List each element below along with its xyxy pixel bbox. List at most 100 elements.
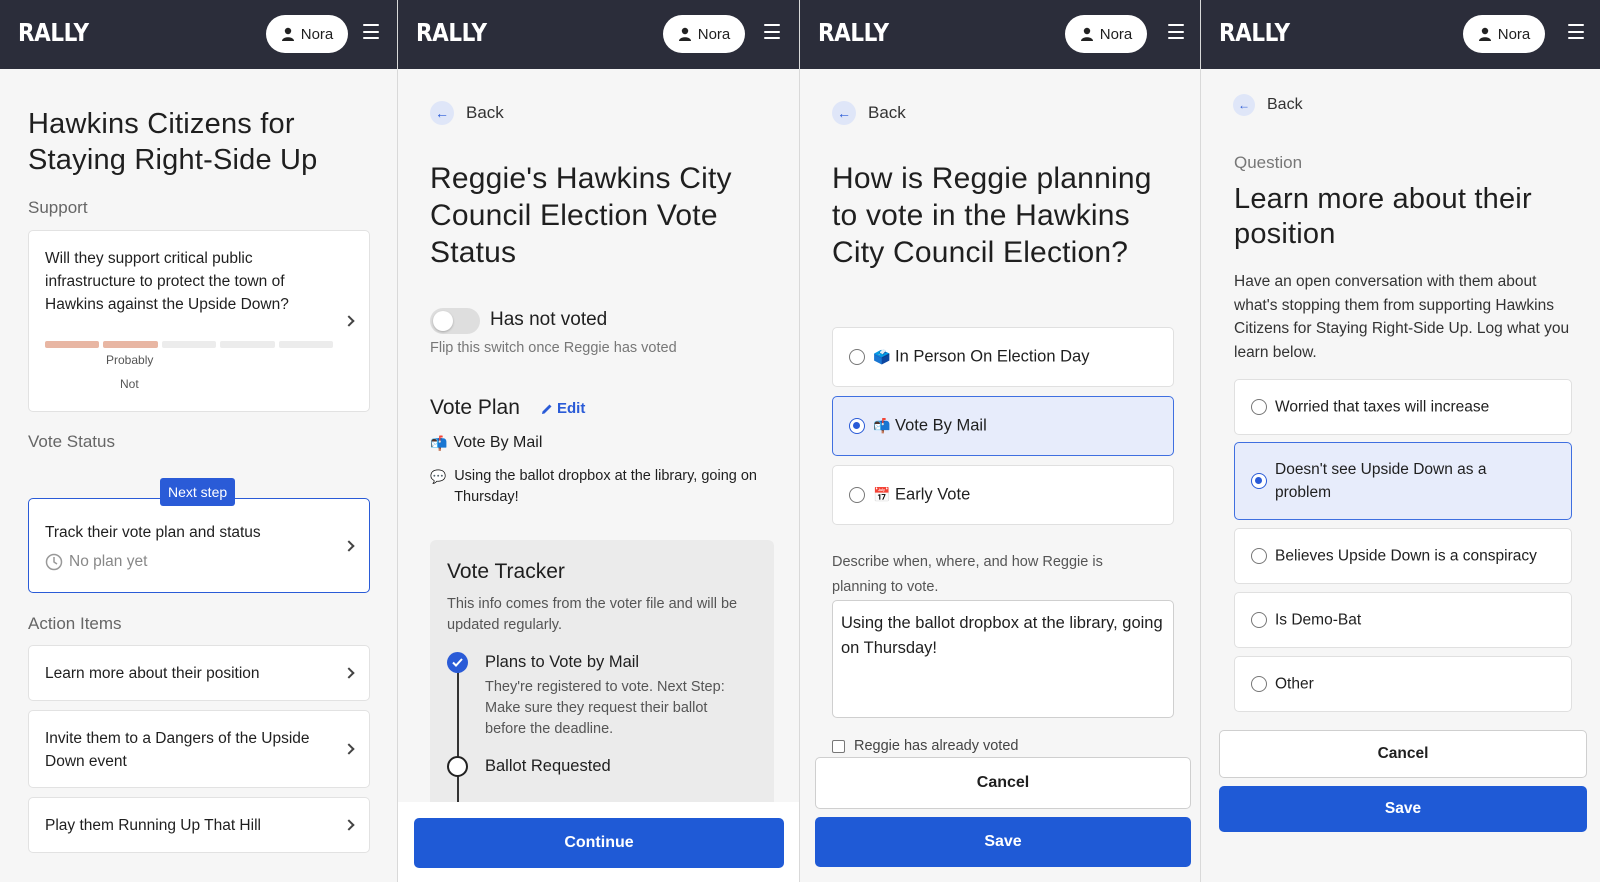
vote-method-option-selected[interactable]: 📬 Vote By Mail <box>832 396 1174 456</box>
option-label: Other <box>1275 675 1314 693</box>
option-label: Is Demo-Bat <box>1275 611 1362 629</box>
rally-logo: RALLY <box>1219 18 1290 47</box>
user-name: Nora <box>1099 25 1133 43</box>
back-button[interactable]: ← Back <box>832 101 906 125</box>
chevron-right-icon <box>343 743 355 755</box>
option-label: Vote By Mail <box>895 416 987 435</box>
hamburger-menu-icon[interactable] <box>1568 24 1584 39</box>
bottom-action-bar: Continue <box>398 802 799 882</box>
tracker-step-desc: They're registered to vote. Next Step: M… <box>485 679 725 737</box>
user-menu-button[interactable]: Nora <box>1065 15 1147 53</box>
option-row: 📅 Early Vote <box>873 484 970 507</box>
radio-button[interactable] <box>1251 399 1267 415</box>
vote-tracker-card: Vote Tracker This info comes from the vo… <box>430 540 774 812</box>
action-item-label: Invite them to a Dangers of the Upside D… <box>45 730 310 770</box>
user-icon <box>1478 27 1491 41</box>
back-button[interactable]: ← Back <box>1233 94 1303 116</box>
top-bar: RALLY Nora <box>398 0 799 69</box>
plan-method-row: 📬 Vote By Mail <box>430 434 542 452</box>
ballot-box-icon: 🗳️ <box>873 348 891 365</box>
chevron-right-icon <box>343 667 355 679</box>
rally-logo: RALLY <box>18 18 89 47</box>
radio-button[interactable] <box>1251 548 1267 564</box>
cancel-button[interactable]: Cancel <box>815 757 1191 809</box>
clock-icon <box>45 553 63 571</box>
edit-plan-button[interactable]: Edit <box>541 400 585 417</box>
radio-button[interactable] <box>849 349 865 365</box>
hamburger-menu-icon[interactable] <box>764 24 780 39</box>
radio-button[interactable] <box>1251 473 1267 489</box>
support-level-meter <box>45 341 334 348</box>
continue-button[interactable]: Continue <box>414 818 784 868</box>
radio-button[interactable] <box>1251 676 1267 692</box>
screen-vote-status: RALLY Nora ← Back Reggie's Hawkins City … <box>398 0 800 882</box>
tracker-step-title: Plans to Vote by Mail <box>485 653 640 671</box>
radio-button[interactable] <box>1251 612 1267 628</box>
rally-logo: RALLY <box>818 18 889 47</box>
support-question: Will they support critical public infras… <box>45 250 289 313</box>
tracker-desc: This info comes from the voter file and … <box>447 596 738 633</box>
user-menu-button[interactable]: Nora <box>266 15 348 53</box>
user-menu-button[interactable]: Nora <box>1463 15 1545 53</box>
toggle-hint: Flip this switch once Reggie has voted <box>430 340 677 356</box>
vote-status-card[interactable]: Track their vote plan and status No plan… <box>28 498 370 593</box>
radio-button[interactable] <box>849 487 865 503</box>
vote-method-option[interactable]: 🗳️ In Person On Election Day <box>832 327 1174 387</box>
user-icon <box>678 27 691 41</box>
support-meter-segment <box>220 341 275 348</box>
page-title: Reggie's Hawkins City Council Election V… <box>430 162 732 269</box>
arrow-left-icon: ← <box>430 101 454 125</box>
option-label: In Person On Election Day <box>895 347 1090 366</box>
cancel-button[interactable]: Cancel <box>1219 730 1587 778</box>
toggle-label: Has not voted <box>490 309 608 330</box>
top-bar: RALLY Nora <box>0 0 397 69</box>
screen-organization-overview: RALLY Nora Hawkins Citizens for Staying … <box>0 0 398 882</box>
action-item[interactable]: Learn more about their position <box>28 645 370 701</box>
has-voted-toggle[interactable] <box>430 308 480 334</box>
vote-method-option[interactable]: 📅 Early Vote <box>832 465 1174 525</box>
support-heading: Support <box>28 198 88 217</box>
support-level-label: Probably <box>106 353 154 367</box>
hamburger-menu-icon[interactable] <box>363 24 379 39</box>
save-button[interactable]: Save <box>815 817 1191 867</box>
plan-method: Vote By Mail <box>453 434 543 451</box>
plan-note: Using the ballot dropbox at the library,… <box>454 468 757 505</box>
hamburger-menu-icon[interactable] <box>1168 24 1184 39</box>
option-row: 📬 Vote By Mail <box>873 415 987 438</box>
position-option[interactable]: Is Demo-Bat <box>1234 592 1572 648</box>
bottom-action-bar: Cancel Save <box>800 750 1200 882</box>
speech-bubble-icon: 💬 <box>430 469 447 484</box>
support-meter-segment <box>161 341 217 348</box>
save-button[interactable]: Save <box>1219 786 1587 832</box>
user-icon <box>281 27 294 41</box>
support-meter-segment <box>103 341 158 348</box>
back-label: Back <box>1267 96 1303 113</box>
position-option[interactable]: Believes Upside Down is a conspiracy <box>1234 528 1572 584</box>
option-row: 🗳️ In Person On Election Day <box>873 346 1089 369</box>
page-title: Hawkins Citizens for Staying Right-Side … <box>28 108 318 176</box>
describe-label: Describe when, where, and how Reggie is … <box>832 554 1103 595</box>
action-item-label: Learn more about their position <box>45 665 260 682</box>
chevron-right-icon <box>343 315 355 327</box>
chevron-right-icon <box>343 539 355 552</box>
screen-position-question: RALLY Nora ← Back Question Learn more ab… <box>1201 0 1600 882</box>
action-item[interactable]: Play them Running Up That Hill <box>28 797 370 853</box>
position-option-selected[interactable]: Doesn't see Upside Down as a problem <box>1234 442 1572 520</box>
action-items-heading: Action Items <box>28 614 122 633</box>
describe-textarea[interactable]: Using the ballot dropbox at the library,… <box>832 600 1174 718</box>
calendar-icon: 📅 <box>873 486 891 503</box>
vote-plan-heading: Vote Plan <box>430 396 520 419</box>
user-menu-button[interactable]: Nora <box>663 15 745 53</box>
arrow-left-icon: ← <box>1233 94 1255 116</box>
action-item-label: Play them Running Up That Hill <box>45 817 261 834</box>
screen-vote-plan: RALLY Nora ← Back How is Reggie planning… <box>800 0 1201 882</box>
back-label: Back <box>868 103 906 122</box>
position-option[interactable]: Worried that taxes will increase <box>1234 379 1572 435</box>
user-name: Nora <box>300 25 334 43</box>
radio-button[interactable] <box>849 418 865 434</box>
position-option[interactable]: Other <box>1234 656 1572 712</box>
action-item[interactable]: Invite them to a Dangers of the Upside D… <box>28 710 370 788</box>
support-card[interactable]: Will they support critical public infras… <box>28 230 370 412</box>
user-name: Nora <box>1497 25 1531 43</box>
back-button[interactable]: ← Back <box>430 101 504 125</box>
